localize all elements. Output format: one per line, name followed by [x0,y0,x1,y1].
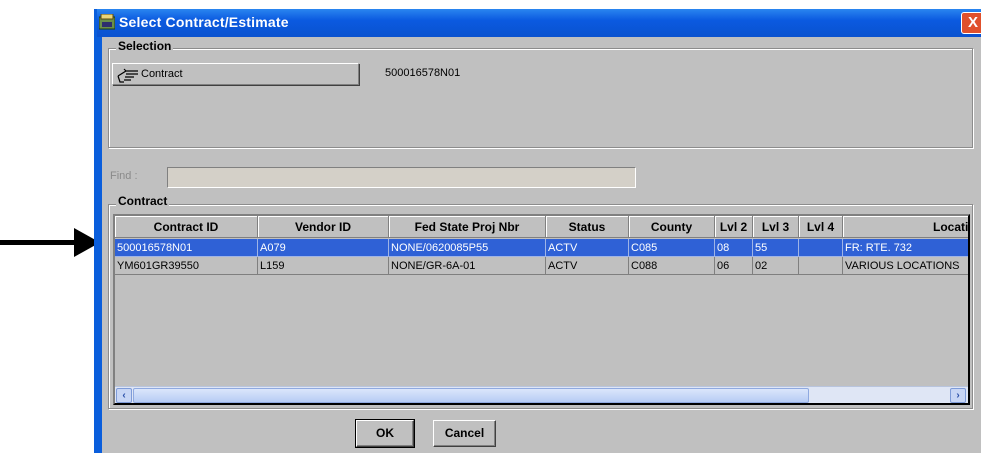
cell-lvl4 [799,257,843,275]
cell-vendor-id: L159 [258,257,389,275]
cell-fed-state-proj-nbr: NONE/0620085P55 [389,239,546,257]
scrollbar-thumb[interactable] [133,388,809,403]
table-row[interactable]: YM601GR39550 L159 NONE/GR-6A-01 ACTV C08… [115,257,968,275]
column-header-vendor-id[interactable]: Vendor ID [258,216,389,238]
column-header-location[interactable]: Location [843,216,968,238]
cell-county: C088 [629,257,715,275]
chevron-left-icon: ‹ [122,390,126,401]
cancel-button[interactable]: Cancel [433,420,496,447]
find-input[interactable] [167,167,636,188]
cell-lvl4 [799,239,843,257]
contract-legend: Contract [116,194,170,208]
cell-lvl2: 08 [715,239,753,257]
column-header-lvl2[interactable]: Lvl 2 [715,216,753,238]
cell-fed-state-proj-nbr: NONE/GR-6A-01 [389,257,546,275]
column-header-lvl4[interactable]: Lvl 4 [799,216,843,238]
pointing-hand-icon [117,68,138,83]
column-header-county[interactable]: County [629,216,715,238]
cell-county: C085 [629,239,715,257]
contract-button-label: Contract [141,68,183,80]
cell-status: ACTV [546,257,629,275]
cell-vendor-id: A079 [258,239,389,257]
cell-lvl3: 02 [753,257,799,275]
cell-lvl2: 06 [715,257,753,275]
ok-button[interactable]: OK [355,419,415,448]
contract-select-button[interactable]: Contract [112,63,359,85]
scroll-right-button[interactable]: › [950,388,966,403]
table-row[interactable]: 500016578N01 A079 NONE/0620085P55 ACTV C… [115,239,968,257]
contract-grid: Contract ID Vendor ID Fed State Proj Nbr… [113,214,970,405]
cell-lvl3: 55 [753,239,799,257]
app-window-icon [99,14,115,30]
cell-location: FR: RTE. 732 [843,239,968,257]
cell-contract-id: YM601GR39550 [115,257,258,275]
selected-contract-value: 500016578N01 [385,67,461,79]
annotation-arrow [0,240,80,245]
close-button[interactable]: X [961,12,981,34]
column-header-contract-id[interactable]: Contract ID [115,216,258,238]
cell-contract-id: 500016578N01 [115,239,258,257]
cell-location: VARIOUS LOCATIONS [843,257,968,275]
column-header-status[interactable]: Status [546,216,629,238]
horizontal-scrollbar[interactable]: ‹ › [115,386,968,403]
column-header-fed-state-proj-nbr[interactable]: Fed State Proj Nbr [389,216,546,238]
selection-legend: Selection [116,39,174,53]
cell-status: ACTV [546,239,629,257]
scroll-left-button[interactable]: ‹ [116,388,132,403]
window-title: Select Contract/Estimate [119,14,289,30]
column-header-lvl3[interactable]: Lvl 3 [753,216,799,238]
chevron-right-icon: › [956,390,960,401]
find-label: Find : [110,170,138,182]
